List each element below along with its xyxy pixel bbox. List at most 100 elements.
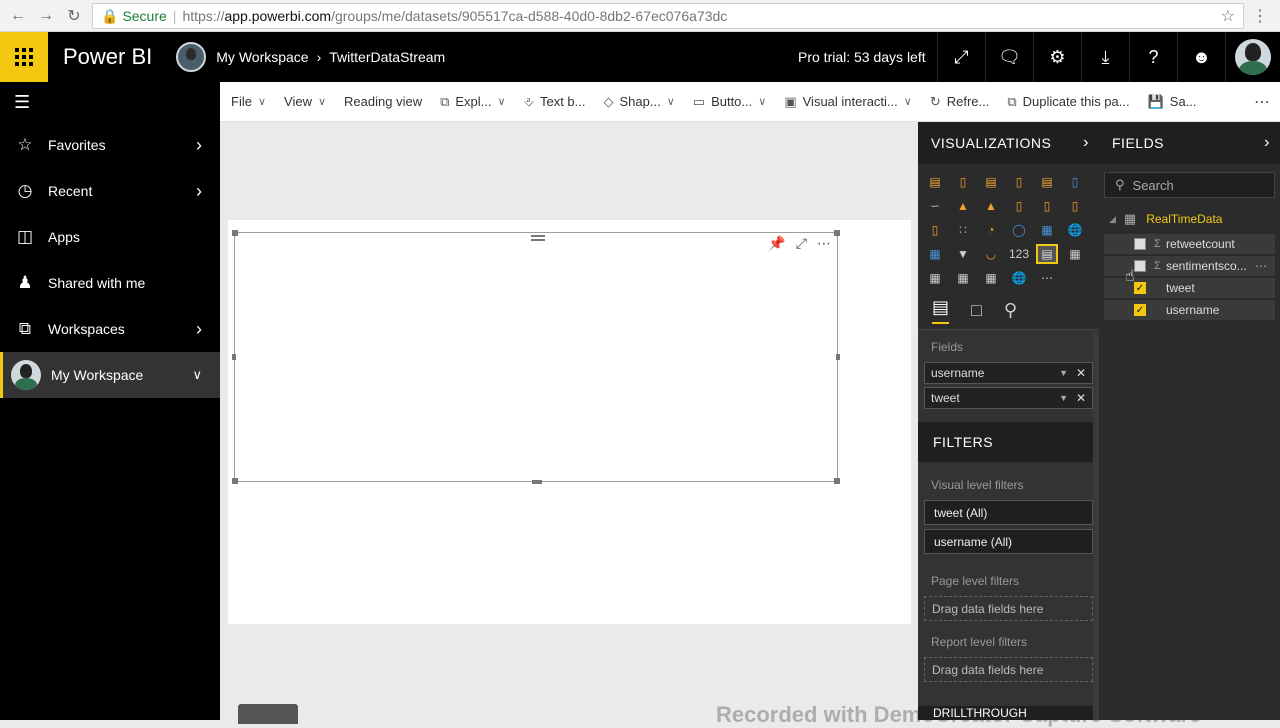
notifications-icon[interactable]: 🗨: [985, 32, 1033, 82]
collapse-triangle-icon[interactable]: ◢: [1109, 214, 1116, 225]
clustered-column-chart-icon[interactable]: ▯: [1008, 172, 1030, 192]
resize-handle[interactable]: [834, 478, 840, 484]
nav-item-workspaces[interactable]: ⧉ Workspaces ›: [0, 306, 220, 352]
breadcrumb-workspace[interactable]: My Workspace: [216, 49, 308, 65]
download-icon[interactable]: ⤓: [1081, 32, 1129, 82]
field-checkbox-checked[interactable]: ✓: [1134, 282, 1146, 294]
bookmark-star-icon[interactable]: ☆: [1221, 6, 1235, 26]
stacked-area-chart-icon[interactable]: ▲: [980, 196, 1002, 216]
card-icon[interactable]: 123: [1008, 244, 1030, 264]
stacked-bar-chart-icon[interactable]: ▤: [924, 172, 946, 192]
slicer-icon[interactable]: ▦: [924, 268, 946, 288]
pin-icon[interactable]: 📌: [768, 235, 785, 252]
refresh-button[interactable]: ↻ Refre...: [930, 94, 990, 110]
hamburger-menu-icon[interactable]: ☰: [0, 82, 220, 122]
clustered-bar-chart-icon[interactable]: ▤: [980, 172, 1002, 192]
dataset-table-realtimedata[interactable]: ◢ ▦ RealTimeData: [1099, 206, 1280, 232]
more-options-icon[interactable]: ⋯: [817, 235, 831, 252]
focus-mode-icon[interactable]: ⤢: [796, 235, 807, 252]
report-filter-drop-zone[interactable]: Drag data fields here: [924, 657, 1093, 682]
nav-item-apps[interactable]: ◫ Apps: [0, 214, 220, 260]
address-bar[interactable]: 🔒 Secure | https://app.powerbi.com/group…: [92, 3, 1244, 29]
textbox-button[interactable]: ⎀ Text b...: [524, 94, 586, 110]
filter-chip-tweet[interactable]: tweet (All): [924, 500, 1093, 525]
format-paint-roller-icon[interactable]: □: [971, 300, 982, 321]
browser-menu-icon[interactable]: ⋮: [1252, 6, 1268, 26]
nav-item-recent[interactable]: ◷ Recent ›: [0, 168, 220, 214]
chevron-right-icon[interactable]: ›: [196, 135, 202, 156]
analytics-magnifier-icon[interactable]: ⚲: [1004, 300, 1017, 321]
secure-indicator[interactable]: 🔒 Secure: [101, 8, 167, 25]
line-chart-icon[interactable]: ∽: [924, 196, 946, 216]
breadcrumb-dataset[interactable]: TwitterDataStream: [329, 49, 445, 65]
pie-chart-icon[interactable]: ◔: [980, 220, 1002, 240]
funnel-icon[interactable]: ▼: [952, 244, 974, 264]
save-button[interactable]: 💾 Sa...: [1148, 94, 1197, 110]
help-icon[interactable]: ?: [1129, 32, 1177, 82]
nav-item-shared-with-me[interactable]: ♟ Shared with me: [0, 260, 220, 306]
report-page[interactable]: 📌 ⤢ ⋯: [228, 220, 911, 624]
nav-item-my-workspace[interactable]: My Workspace ∨: [0, 352, 220, 398]
trial-status[interactable]: Pro trial: 53 days left: [798, 32, 926, 82]
filter-chip-username[interactable]: username (All): [924, 529, 1093, 554]
field-checkbox[interactable]: [1134, 260, 1146, 272]
resize-handle[interactable]: [232, 230, 238, 236]
area-chart-icon[interactable]: ▲: [952, 196, 974, 216]
table-icon[interactable]: ▦: [952, 268, 974, 288]
reading-view-button[interactable]: Reading view: [344, 94, 422, 109]
more-options-icon[interactable]: ⋯: [1254, 92, 1270, 112]
app-brand[interactable]: Power BI: [63, 44, 152, 70]
chevron-right-icon[interactable]: ›: [196, 319, 202, 340]
fields-search-input[interactable]: ⚲ Search: [1104, 172, 1275, 198]
line-and-column-chart-icon[interactable]: ▯: [1008, 196, 1030, 216]
field-well-tweet[interactable]: tweet ▼ ✕: [924, 387, 1093, 409]
100-stacked-bar-chart-icon[interactable]: ▤: [1036, 172, 1058, 192]
drag-handle-icon[interactable]: [531, 235, 545, 241]
donut-chart-icon[interactable]: ◯: [1008, 220, 1030, 240]
account-button[interactable]: [1225, 32, 1280, 82]
view-menu[interactable]: View ∨: [284, 94, 326, 109]
field-username[interactable]: ✓ username: [1104, 300, 1275, 320]
gauge-icon[interactable]: ◡: [980, 244, 1002, 264]
remove-field-icon[interactable]: ✕: [1076, 366, 1086, 380]
treemap-icon[interactable]: ▦: [1036, 220, 1058, 240]
table-visual-icon[interactable]: ▤: [1036, 244, 1058, 264]
shapes-menu[interactable]: ◇ Shap... ∨: [604, 94, 675, 110]
visual-interactions-menu[interactable]: ▣ Visual interacti... ∨: [784, 94, 912, 110]
resize-handle[interactable]: [836, 354, 840, 360]
field-checkbox-checked[interactable]: ✓: [1134, 304, 1146, 316]
chevron-down-icon[interactable]: ▼: [1059, 393, 1068, 403]
collapse-pane-icon[interactable]: ›: [1083, 134, 1089, 152]
ribbon-chart-icon[interactable]: ▯: [1064, 196, 1086, 216]
forward-icon[interactable]: →: [32, 2, 60, 30]
more-options-icon[interactable]: ⋯: [1255, 259, 1267, 273]
settings-gear-icon[interactable]: ⚙: [1033, 32, 1081, 82]
resize-handle[interactable]: [232, 478, 238, 484]
fullscreen-icon[interactable]: ⤢: [937, 32, 985, 82]
nav-item-favorites[interactable]: ☆ Favorites ›: [0, 122, 220, 168]
matrix-icon[interactable]: ▦: [980, 268, 1002, 288]
kpi-icon[interactable]: ▦: [1064, 244, 1086, 264]
field-retweetcount[interactable]: Σ retweetcount: [1104, 234, 1275, 254]
waterfall-chart-icon[interactable]: ▯: [924, 220, 946, 240]
page-filter-drop-zone[interactable]: Drag data fields here: [924, 596, 1093, 621]
reload-icon[interactable]: ↻: [60, 2, 88, 30]
stacked-column-chart-icon[interactable]: ▯: [952, 172, 974, 192]
resize-handle[interactable]: [834, 230, 840, 236]
field-well-username[interactable]: username ▼ ✕: [924, 362, 1093, 384]
scatter-chart-icon[interactable]: ∷: [952, 220, 974, 240]
url-text[interactable]: https://app.powerbi.com/groups/me/datase…: [182, 8, 727, 24]
filled-map-icon[interactable]: ▦: [924, 244, 946, 264]
back-icon[interactable]: ←: [4, 2, 32, 30]
resize-handle[interactable]: [532, 480, 542, 484]
line-and-clustered-column-chart-icon[interactable]: ▯: [1036, 196, 1058, 216]
resize-handle[interactable]: [232, 354, 236, 360]
buttons-menu[interactable]: ▭ Butto... ∨: [693, 94, 767, 110]
explore-menu[interactable]: ⧉ Expl... ∨: [440, 94, 505, 110]
feedback-smiley-icon[interactable]: ☻: [1177, 32, 1225, 82]
chevron-down-icon[interactable]: ▼: [1059, 368, 1068, 378]
arcgis-map-icon[interactable]: 🌐: [1008, 268, 1030, 288]
map-icon[interactable]: 🌐: [1064, 220, 1086, 240]
collapse-pane-icon[interactable]: ›: [1264, 134, 1270, 152]
more-visuals-icon[interactable]: ⋯: [1036, 268, 1058, 288]
